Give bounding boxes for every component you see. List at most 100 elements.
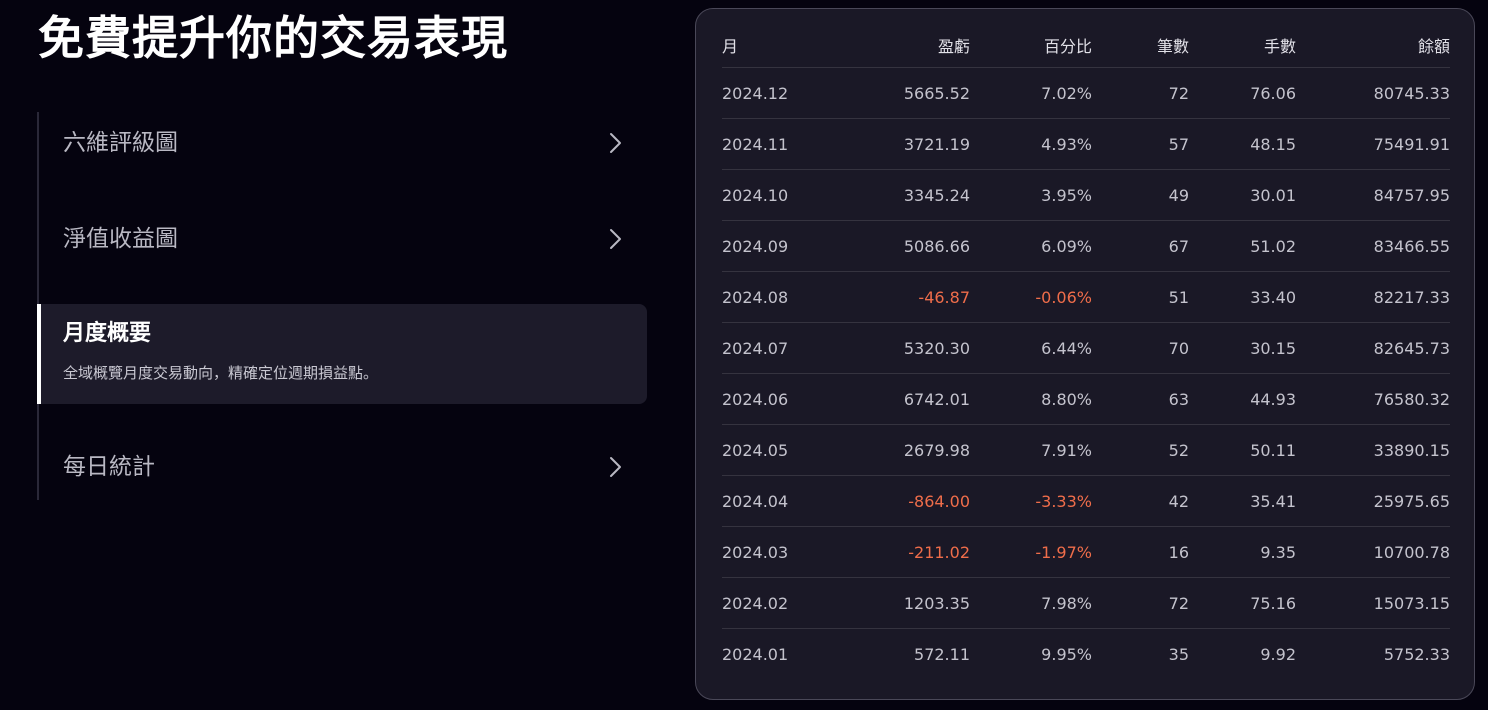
- active-indicator: [37, 304, 41, 404]
- cell-trades: 16: [1092, 526, 1189, 578]
- cell-month: 2024.10: [722, 169, 832, 221]
- cell-month: 2024.08: [722, 271, 832, 323]
- cell-percent: 7.91%: [970, 424, 1092, 476]
- cell-balance: 15073.15: [1296, 577, 1450, 629]
- cell-percent: 3.95%: [970, 169, 1092, 221]
- column-header-trades: 筆數: [1092, 23, 1189, 68]
- cell-lots: 33.40: [1189, 271, 1296, 323]
- cell-percent: 4.93%: [970, 118, 1092, 170]
- chevron-right-icon: [610, 133, 621, 153]
- cell-balance: 82645.73: [1296, 322, 1450, 374]
- cell-balance: 10700.78: [1296, 526, 1450, 578]
- chevron-right-icon: [610, 229, 621, 249]
- cell-month: 2024.12: [722, 67, 832, 119]
- cell-lots: 35.41: [1189, 475, 1296, 527]
- cell-lots: 9.35: [1189, 526, 1296, 578]
- cell-balance: 82217.33: [1296, 271, 1450, 323]
- column-header-pnl: 盈虧: [832, 23, 970, 68]
- cell-percent: 6.09%: [970, 220, 1092, 272]
- cell-month: 2024.07: [722, 322, 832, 374]
- cell-month: 2024.02: [722, 577, 832, 629]
- cell-lots: 30.01: [1189, 169, 1296, 221]
- table-row: 2024.11 3721.19 4.93% 57 48.15 75491.91: [722, 118, 1450, 170]
- cell-lots: 44.93: [1189, 373, 1296, 425]
- cell-pnl: 2679.98: [832, 424, 970, 476]
- cell-lots: 9.92: [1260, 644, 1296, 664]
- cell-balance: 25975.65: [1296, 475, 1450, 527]
- nav-item-label: 淨值收益圖: [63, 226, 178, 252]
- cell-balance: 5752.33: [1383, 644, 1450, 664]
- cell-balance: 84757.95: [1296, 169, 1450, 221]
- table-row: 2024.07 5320.30 6.44% 70 30.15 82645.73: [722, 322, 1450, 374]
- table-row: 2024.08 -46.87 -0.06% 51 33.40 82217.33: [722, 271, 1450, 323]
- cell-trades: 63: [1092, 373, 1189, 425]
- cell-pnl: -211.02: [832, 526, 970, 578]
- table-body: 2024.12 5665.52 7.02% 72 76.06 80745.33 2024.1…: [722, 67, 1450, 680]
- cell-month: 2024.04: [722, 475, 832, 527]
- table-row: 2024.03 -211.02 -1.97% 16 9.35 10700.78: [722, 526, 1450, 578]
- monthly-summary-table: 月 盈虧 百分比 筆數 手數 餘額 2024.12 5665.52 7.02% 72 7…: [722, 23, 1450, 679]
- cell-trades: 72: [1092, 577, 1189, 629]
- cell-percent: -3.33%: [970, 475, 1092, 527]
- cell-balance: 76580.32: [1296, 373, 1450, 425]
- cell-pnl: -46.87: [832, 271, 970, 323]
- nav-item-six-dimension-rating[interactable]: 六維評級圖: [37, 112, 647, 174]
- cell-percent: 9.95%: [1041, 644, 1092, 664]
- nav-item-equity-curve[interactable]: 淨值收益圖: [37, 208, 647, 270]
- cell-trades: 52: [1092, 424, 1189, 476]
- cell-lots: 76.06: [1189, 67, 1296, 119]
- cell-pnl: 6742.01: [832, 373, 970, 425]
- table-row: 2024.05 2679.98 7.91% 52 50.11 33890.15: [722, 424, 1450, 476]
- page-title: 免費提升你的交易表現: [38, 11, 508, 65]
- cell-lots: 50.11: [1189, 424, 1296, 476]
- nav-item-label: 月度概要: [63, 321, 152, 346]
- cell-pnl: 3721.19: [832, 118, 970, 170]
- cell-pnl: 3345.24: [832, 169, 970, 221]
- cell-pnl: -864.00: [832, 475, 970, 527]
- cell-percent: -1.97%: [970, 526, 1092, 578]
- cell-lots: 48.15: [1189, 118, 1296, 170]
- cell-month: 2024.09: [722, 220, 832, 272]
- table-header-row: 月 盈虧 百分比 筆數 手數 餘額: [722, 23, 1450, 68]
- cell-month: 2024.06: [722, 373, 832, 425]
- cell-trades: 67: [1092, 220, 1189, 272]
- cell-balance: 80745.33: [1296, 67, 1450, 119]
- cell-pnl: 5665.52: [832, 67, 970, 119]
- cell-month: 2024.01: [722, 644, 789, 664]
- table-row: 2024.06 6742.01 8.80% 63 44.93 76580.32: [722, 373, 1450, 425]
- cell-month: 2024.05: [722, 424, 832, 476]
- cell-balance: 75491.91: [1296, 118, 1450, 170]
- cell-percent: 8.80%: [970, 373, 1092, 425]
- cell-percent: 7.98%: [970, 577, 1092, 629]
- table-row: 2024.10 3345.24 3.95% 49 30.01 84757.95: [722, 169, 1450, 221]
- table-row: 2024.04 -864.00 -3.33% 42 35.41 25975.65: [722, 475, 1450, 527]
- nav-item-label: 每日統計: [63, 454, 155, 480]
- cell-trades: 72: [1092, 67, 1189, 119]
- column-header-month: 月: [722, 23, 832, 68]
- monthly-summary-card: 月 盈虧 百分比 筆數 手數 餘額 2024.12 5665.52 7.02% 72 7…: [695, 8, 1475, 700]
- cell-trades: 70: [1092, 322, 1189, 374]
- cell-pnl: 5086.66: [832, 220, 970, 272]
- cell-trades: 42: [1092, 475, 1189, 527]
- column-header-balance: 餘額: [1296, 23, 1450, 68]
- table-row: 2024.09 5086.66 6.09% 67 51.02 83466.55: [722, 220, 1450, 272]
- nav-item-description: 全域概覽月度交易動向，精確定位週期損益點。: [63, 364, 379, 382]
- table-row: 2024.12 5665.52 7.02% 72 76.06 80745.33: [722, 67, 1450, 119]
- cell-balance: 83466.55: [1296, 220, 1450, 272]
- cell-trades: 49: [1092, 169, 1189, 221]
- cell-month: 2024.11: [722, 118, 832, 170]
- feature-nav: 六維評級圖 淨值收益圖 月度概要 全域概覽月度交易動向，精確定位週期損益點。 每…: [37, 112, 647, 500]
- chevron-right-icon: [610, 457, 621, 477]
- cell-lots: 30.15: [1189, 322, 1296, 374]
- cell-percent: 7.02%: [970, 67, 1092, 119]
- nav-item-label: 六維評級圖: [63, 130, 178, 156]
- cell-month: 2024.03: [722, 526, 832, 578]
- table-row: 2024.02 1203.35 7.98% 72 75.16 15073.15: [722, 577, 1450, 629]
- column-header-lots: 手數: [1189, 23, 1296, 68]
- cell-pnl: 5320.30: [832, 322, 970, 374]
- cell-lots: 75.16: [1189, 577, 1296, 629]
- nav-item-daily-stats[interactable]: 每日統計: [37, 436, 647, 498]
- cell-percent: -0.06%: [970, 271, 1092, 323]
- nav-item-monthly-summary[interactable]: 月度概要 全域概覽月度交易動向，精確定位週期損益點。: [37, 304, 647, 404]
- table-row: 2024.01 572.11 9.95% 35 9.92 5752.33: [722, 629, 1450, 680]
